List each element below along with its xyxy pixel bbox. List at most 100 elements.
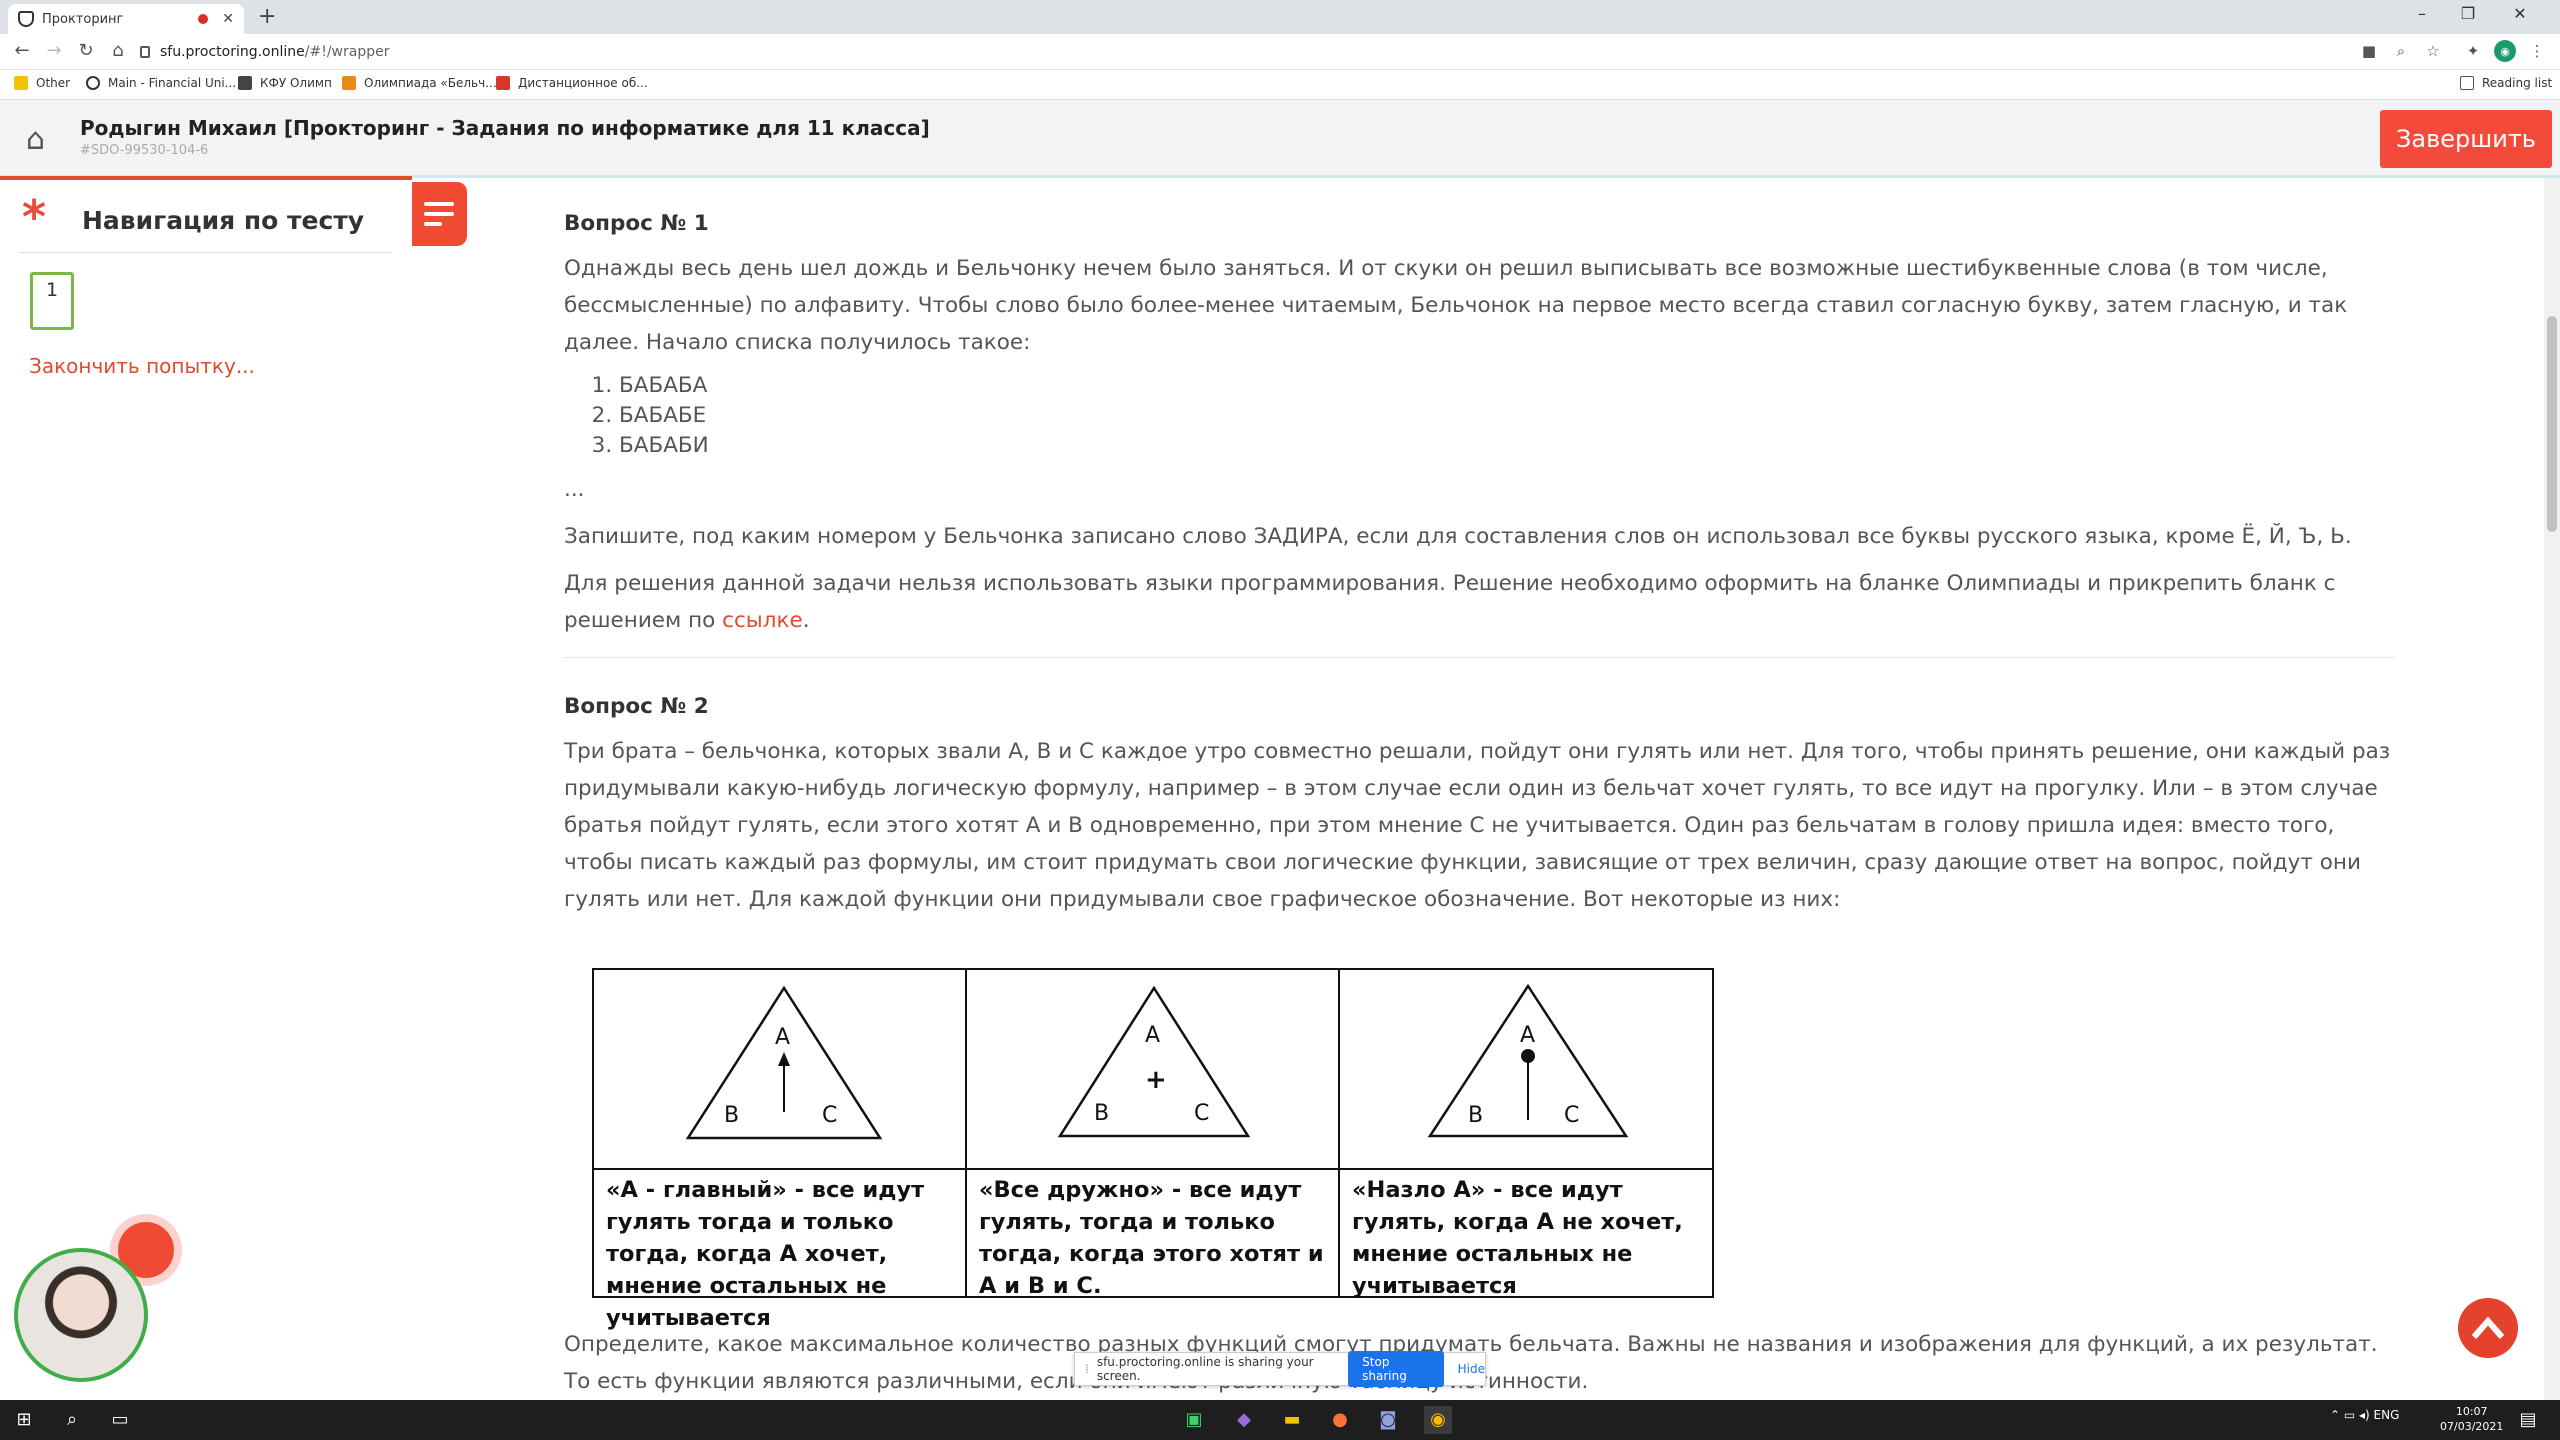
home-icon[interactable]: ⌂ (26, 122, 45, 157)
list-item: БАБАБА (619, 371, 2394, 401)
question-1-text: Однажды весь день шел дождь и Бельчонку … (564, 256, 2348, 355)
windows-start-icon[interactable]: ⊞ (10, 1406, 38, 1434)
question-1-task: Запишите, под каким номером у Бельчонка … (564, 524, 2352, 549)
pycharm-icon[interactable]: ▣ (1180, 1406, 1208, 1434)
back-icon[interactable]: ← (10, 40, 34, 61)
figure-caption-3: «Назло A» - все идут гулять, когда A не … (1340, 1168, 1713, 1299)
task-view-icon[interactable]: ▭ (106, 1406, 134, 1434)
bookmark-distance[interactable]: Дистанционное об... (496, 76, 648, 90)
hide-button[interactable]: Hide (1458, 1362, 1485, 1376)
ellipsis: ... (564, 477, 585, 502)
tab-title: Прокторинг (42, 11, 124, 27)
bookmark-olympiad[interactable]: Олимпиада «Бельч... (342, 76, 497, 90)
forward-icon[interactable]: → (42, 40, 66, 61)
figure-cell-1: A B C (594, 970, 967, 1168)
restore-icon[interactable]: ❐ (2448, 4, 2488, 23)
zoom-icon[interactable]: ⌕ (2390, 42, 2412, 60)
arrow-up-icon (778, 1052, 790, 1066)
olympiad-icon (342, 76, 356, 90)
star-icon[interactable]: ☆ (2422, 42, 2444, 60)
figure-caption-2: «Все дружно» - все идут гулять, тогда и … (967, 1168, 1340, 1299)
discord-icon[interactable]: ◙ (1374, 1406, 1402, 1434)
reload-icon[interactable]: ↻ (74, 40, 98, 61)
finish-attempt-link[interactable]: Закончить попытку... (29, 354, 255, 378)
bookmark-other[interactable]: Other (14, 76, 70, 90)
chrome-icon[interactable]: ◉ (1424, 1406, 1452, 1434)
tab-strip (0, 0, 2560, 34)
scrollbar-thumb[interactable] (2547, 316, 2557, 532)
finish-button[interactable]: Завершить (2380, 110, 2552, 168)
clock[interactable]: 10:07 07/03/2021 (2440, 1404, 2503, 1434)
close-tab-icon[interactable]: ✕ (222, 11, 234, 27)
lock-icon (140, 46, 150, 58)
functions-figure: A B C A + B C A B C «A - главный» - все … (592, 968, 1714, 1331)
home-icon[interactable]: ⌂ (106, 40, 130, 61)
shield-icon (18, 11, 34, 27)
figure-cell-3: A B C (1340, 970, 1713, 1168)
question-content: Вопрос № 1 Однажды весь день шел дождь и… (564, 205, 2394, 928)
word-list: БАБАБА БАБАБЕ БАБАБИ (619, 371, 2394, 461)
drag-handle-icon[interactable]: ⁞ (1085, 1362, 1089, 1376)
session-id: #SDO-99530-104-6 (80, 143, 209, 158)
stop-sharing-button[interactable]: Stop sharing (1348, 1351, 1444, 1387)
plus-icon: + (1145, 1065, 1167, 1095)
url-host: sfu.proctoring.online (160, 44, 305, 60)
label-a: A (775, 1025, 790, 1050)
camera-icon[interactable]: ■ (2358, 42, 2380, 60)
figure-cell-2: A + B C (967, 970, 1340, 1168)
sidebar-accent-line (0, 176, 412, 180)
label-a: A (1520, 1023, 1535, 1048)
dots-icon (496, 76, 510, 90)
reading-list[interactable]: Reading list (2460, 76, 2552, 90)
minimize-icon[interactable]: – (2402, 4, 2442, 23)
firefox-icon[interactable]: ● (1326, 1406, 1354, 1434)
extensions-icon[interactable]: ✦ (2462, 42, 2484, 60)
asterisk-icon: * (22, 190, 47, 244)
bookmark-financial[interactable]: Main - Financial Uni... (86, 76, 236, 90)
question-2-heading: Вопрос № 2 (564, 694, 709, 719)
label-b: B (1094, 1101, 1109, 1126)
folder-icon (14, 76, 28, 90)
question-1-note: Для решения данной задачи нельзя использ… (564, 571, 2336, 633)
system-tray[interactable]: ⌃ ▭ ◂) ENG (2330, 1408, 2399, 1422)
screen-share-bar: ⁞ sfu.proctoring.online is sharing your … (1074, 1351, 1486, 1387)
triangle-arrow-diagram: A B C (685, 985, 883, 1140)
file-explorer-icon[interactable]: ▬ (1278, 1406, 1306, 1434)
share-text: sfu.proctoring.online is sharing your sc… (1096, 1355, 1314, 1383)
recording-icon (198, 14, 209, 24)
question-nav-button[interactable]: 1 (30, 272, 74, 330)
visual-studio-icon[interactable]: ◆ (1230, 1406, 1258, 1434)
label-c: C (1194, 1101, 1209, 1126)
sidebar-toggle-button[interactable] (412, 182, 467, 246)
url-path: /#!/wrapper (304, 44, 390, 60)
webcam-preview (14, 1248, 148, 1382)
triangle-plus-diagram: A + B C (1057, 985, 1251, 1138)
close-window-icon[interactable]: ✕ (2500, 4, 2540, 23)
scroll-to-top-button[interactable] (2458, 1298, 2518, 1358)
building-icon (238, 76, 252, 90)
page-title: Родыгин Михаил [Прокторинг - Задания по … (80, 116, 930, 140)
label-a: A (1145, 1023, 1160, 1048)
browser-tab[interactable]: Прокторинг ✕ (8, 4, 244, 34)
solution-link[interactable]: ссылке (722, 608, 803, 633)
sidebar-divider (20, 252, 392, 253)
new-tab-icon[interactable]: + (258, 4, 276, 29)
question-divider (564, 657, 2394, 658)
profile-avatar[interactable]: ◉ (2494, 40, 2516, 62)
bookmark-kfu[interactable]: КФУ Олимп (238, 76, 332, 90)
list-item: БАБАБЕ (619, 401, 2394, 431)
globe-icon (86, 76, 100, 90)
address-bar[interactable]: sfu.proctoring.online/#!/wrapper (140, 39, 2340, 65)
notifications-icon[interactable]: ▤ (2514, 1406, 2542, 1434)
label-c: C (822, 1103, 837, 1128)
question-1-heading: Вопрос № 1 (564, 211, 709, 236)
search-icon[interactable]: ⌕ (58, 1406, 86, 1434)
reading-list-icon (2460, 76, 2474, 90)
label-b: B (1468, 1103, 1483, 1128)
chevron-up-icon (2471, 1316, 2505, 1339)
sidebar-title: Навигация по тесту (82, 206, 365, 235)
label-b: B (724, 1103, 739, 1128)
menu-icon[interactable]: ⋮ (2526, 42, 2548, 60)
list-item: БАБАБИ (619, 431, 2394, 461)
figure-caption-1: «A - главный» - все идут гулять тогда и … (594, 1168, 967, 1331)
